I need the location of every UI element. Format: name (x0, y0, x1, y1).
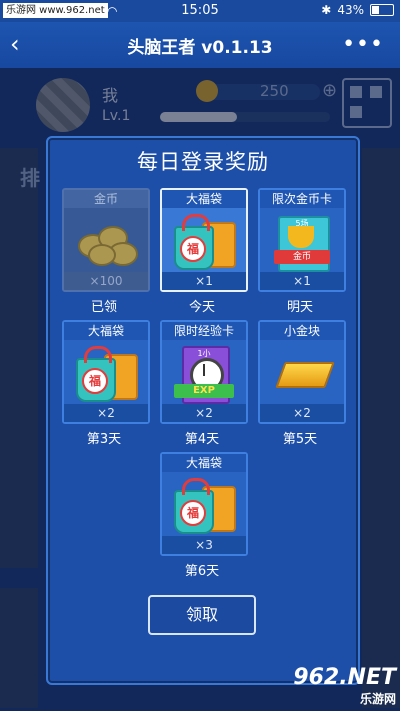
reward-day-label: 今天 (188, 300, 215, 315)
lucky-char: 福 (180, 500, 206, 526)
bluetooth-icon: ✱ (321, 3, 332, 17)
reward-quantity: ×2 (162, 404, 246, 422)
dialog-title: 每日登录奖励 (137, 150, 269, 174)
lucky-char: 福 (82, 368, 108, 394)
reward-card[interactable]: 大福袋福 ×3 (160, 452, 248, 556)
reward-day-label: 已领 (90, 300, 117, 315)
reward-name: 大福袋 (162, 454, 246, 472)
lucky-bag-icon: 福 (170, 212, 238, 270)
reward-card[interactable]: 限次金币卡 5场 金币 ×1 (258, 188, 346, 292)
brand-logo-text: 962.NET (293, 665, 396, 690)
reward-quantity: ×2 (64, 404, 148, 422)
coin-card-icon: 5场 金币 (268, 212, 336, 272)
reward-quantity: ×100 (64, 272, 148, 290)
battery-icon (370, 4, 394, 16)
brand-sub-text: 乐游网 (359, 692, 396, 706)
reward-quantity: ×1 (260, 272, 344, 290)
site-watermark: 962.NET 乐游网 (293, 665, 396, 707)
reward-quantity: ×3 (162, 536, 246, 554)
reward-name: 大福袋 (162, 190, 246, 208)
battery-percent: 43% (337, 3, 364, 17)
reward-day-label: 明天 (286, 300, 313, 315)
claim-button[interactable]: 领取 (148, 595, 256, 635)
reward-name: 小金块 (260, 322, 344, 340)
gold-bar-icon (268, 344, 336, 402)
reward-day-label: 第4天 (184, 432, 220, 447)
page-title: 头脑王者 v0.1.13 (127, 38, 273, 58)
card-ribbon-label: 金币 (274, 250, 330, 264)
reward-day-label: 第3天 (86, 432, 122, 447)
reward-quantity: ×2 (260, 404, 344, 422)
lucky-bag-icon: 福 (170, 476, 238, 534)
reward-quantity: ×1 (162, 272, 246, 290)
reward-day-label: 第5天 (282, 432, 318, 447)
lucky-char: 福 (180, 236, 206, 262)
coins-icon (72, 212, 140, 270)
reward-name: 限次金币卡 (260, 190, 344, 208)
reward-name: 金币 (64, 190, 148, 208)
reward-card[interactable]: 大福袋福 ×2 (62, 320, 150, 424)
more-dots-icon[interactable]: ••• (342, 32, 384, 57)
exp-card-icon: 1小时EXP (170, 344, 238, 404)
reward-day-label: 第6天 (184, 564, 220, 579)
status-bar: 乐游网 www.962.net ◠ 15:05 ✱ 43% (0, 0, 400, 22)
exp-ribbon-label: EXP (174, 384, 234, 398)
reward-card[interactable]: 金币 ×100 (62, 188, 150, 292)
lucky-bag-icon: 福 (72, 344, 140, 402)
reward-card[interactable]: 大福袋福 ×1 (160, 188, 248, 292)
reward-card[interactable]: 限时经验卡 1小时EXP×2 (160, 320, 248, 424)
reward-card[interactable]: 小金块 ×2 (258, 320, 346, 424)
reward-name: 限时经验卡 (162, 322, 246, 340)
daily-login-reward-dialog: 每日登录奖励 金币 ×100 已领 大福袋福 ×1 今天 限次金币卡 5场 金币 ×1 明天 大福袋福… (46, 136, 360, 685)
nav-bar: ‹ 头脑王者 v0.1.13 ••• (0, 22, 400, 68)
reward-name: 大福袋 (64, 322, 148, 340)
